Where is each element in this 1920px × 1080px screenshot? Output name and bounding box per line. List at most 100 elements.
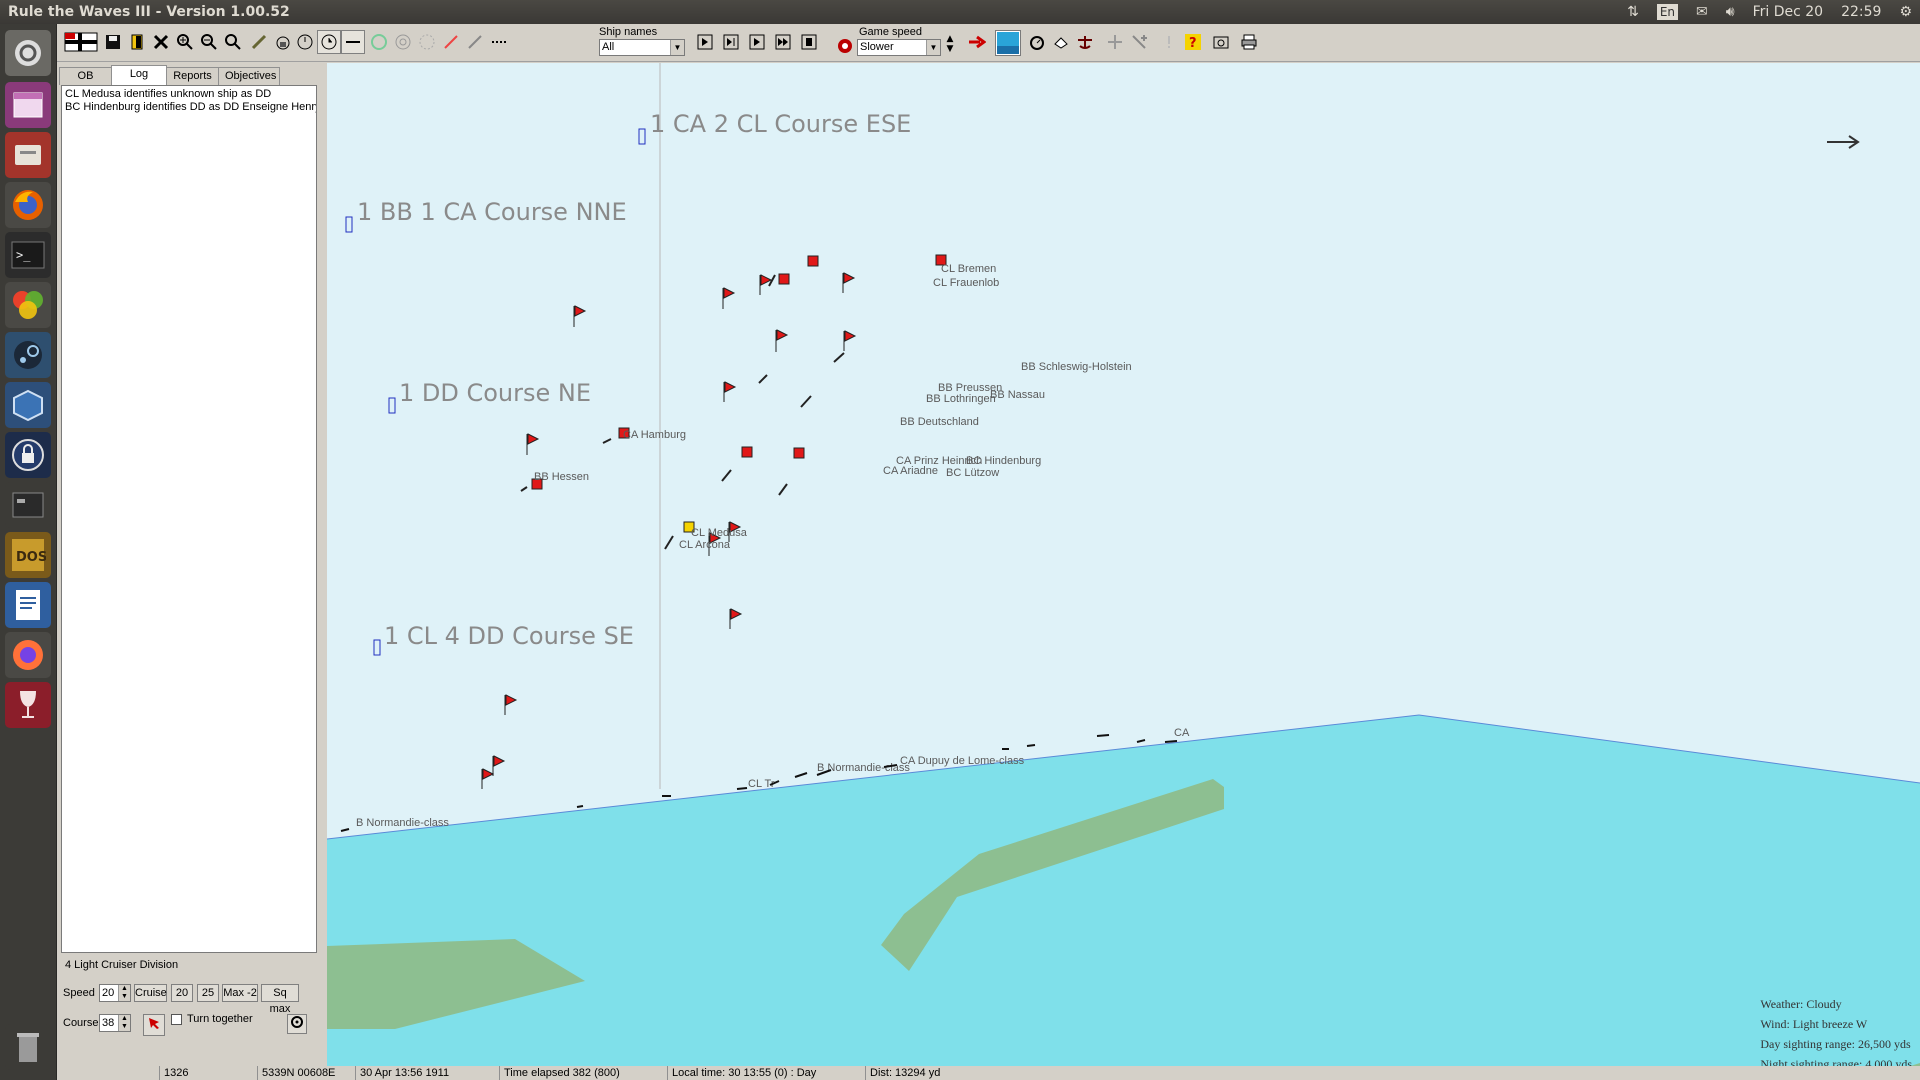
- clock-icon[interactable]: [317, 30, 341, 54]
- contact-group[interactable]: 1 BB 1 CA Course NNE: [345, 198, 627, 233]
- clock-display[interactable]: 22:59: [1841, 0, 1881, 24]
- cruise-speed-button[interactable]: Cruise: [134, 984, 167, 1002]
- ship-marker[interactable]: [778, 273, 790, 285]
- mail-icon[interactable]: ✉: [1696, 0, 1708, 24]
- formation-icon[interactable]: [1103, 30, 1127, 54]
- tab-reports[interactable]: Reports: [166, 67, 219, 85]
- log-list[interactable]: CL Medusa identifies unknown ship as DD …: [61, 85, 317, 953]
- ship-marker[interactable]: [741, 446, 753, 458]
- stepper-arrows-icon[interactable]: ▲ ▼: [118, 1015, 130, 1031]
- flag-icon[interactable]: [63, 30, 99, 54]
- speed-spinner[interactable]: ▲ ▼: [943, 33, 957, 55]
- gray-line-icon[interactable]: [463, 30, 487, 54]
- file-manager-icon[interactable]: [5, 132, 51, 178]
- virtualbox-icon[interactable]: [5, 382, 51, 428]
- contact-marker[interactable]: [345, 216, 353, 233]
- fast-forward-icon[interactable]: [771, 30, 795, 54]
- flag-marker[interactable]: [722, 287, 736, 309]
- enemy-ship[interactable]: [1164, 740, 1178, 743]
- speed-20-button[interactable]: 20: [171, 984, 193, 1002]
- gear-icon[interactable]: ⚙: [1899, 0, 1912, 24]
- settings-button[interactable]: [287, 1014, 307, 1034]
- game-speed-select[interactable]: Slower ▼: [857, 39, 941, 56]
- step-forward-icon[interactable]: [693, 30, 717, 54]
- contact-group[interactable]: 1 DD Course NE: [388, 379, 591, 414]
- flag-marker[interactable]: [573, 305, 587, 327]
- dotted-line-icon[interactable]: [487, 30, 511, 54]
- window-icon[interactable]: [5, 482, 51, 528]
- enemy-ship[interactable]: [1096, 734, 1110, 737]
- eraser-icon[interactable]: [1049, 30, 1073, 54]
- stopwatch-icon[interactable]: [1025, 30, 1049, 54]
- wine-icon[interactable]: [5, 682, 51, 728]
- flag-marker[interactable]: [504, 694, 518, 715]
- zoom-fit-icon[interactable]: [221, 30, 245, 54]
- contact-marker[interactable]: [373, 639, 381, 656]
- trash-icon[interactable]: [5, 1024, 51, 1070]
- set-course-pointer-button[interactable]: [143, 1014, 165, 1036]
- tab-ob[interactable]: OB: [59, 67, 112, 85]
- draw-line-icon[interactable]: [247, 30, 271, 54]
- contact-group[interactable]: 1 CL 4 DD Course SE: [373, 622, 634, 656]
- flag-marker[interactable]: [843, 330, 857, 351]
- flag-marker[interactable]: [775, 329, 789, 352]
- max-minus-2-button[interactable]: Max -2: [222, 984, 258, 1002]
- terminal-icon[interactable]: >_: [5, 232, 51, 278]
- lock-icon[interactable]: [5, 432, 51, 478]
- zoom-in-icon[interactable]: [173, 30, 197, 54]
- course-stepper[interactable]: 38 ▲ ▼: [99, 1014, 131, 1032]
- dosbox-icon[interactable]: DOS: [5, 532, 51, 578]
- save-icon[interactable]: [101, 30, 125, 54]
- workspace-switcher-icon[interactable]: [5, 82, 51, 128]
- speed-stepper[interactable]: 20 ▲ ▼: [99, 984, 131, 1002]
- contact-marker[interactable]: [388, 397, 396, 414]
- flag-marker[interactable]: [729, 608, 743, 629]
- keyboard-layout-indicator[interactable]: En: [1656, 4, 1679, 20]
- play-icon[interactable]: [745, 30, 769, 54]
- dash-home-icon[interactable]: [5, 30, 51, 76]
- enemy-ship[interactable]: [794, 772, 808, 778]
- flag-marker[interactable]: [492, 755, 506, 776]
- exit-icon[interactable]: [125, 30, 149, 54]
- date-display[interactable]: Fri Dec 20: [1753, 0, 1824, 24]
- squadron-max-button[interactable]: Sq max: [261, 984, 299, 1015]
- pause-icon[interactable]: [797, 30, 821, 54]
- range-circle-dotted-icon[interactable]: [415, 30, 439, 54]
- screenshot-icon[interactable]: [1209, 30, 1233, 54]
- steam-icon[interactable]: [5, 332, 51, 378]
- tab-log[interactable]: Log: [111, 65, 167, 85]
- red-arrow-icon[interactable]: [965, 30, 989, 54]
- speed-25-button[interactable]: 25: [197, 984, 219, 1002]
- color-app-icon[interactable]: [5, 282, 51, 328]
- stepper-arrows-icon[interactable]: ▲ ▼: [118, 985, 130, 1001]
- contact-group[interactable]: 1 CA 2 CL Course ESE: [638, 110, 911, 145]
- ship-marker[interactable]: [807, 255, 819, 267]
- battle-map[interactable]: 1 CA 2 CL Course ESE 1 BB 1 CA Course NN…: [327, 63, 1920, 1080]
- help-icon[interactable]: ?: [1181, 30, 1205, 54]
- firefox-icon[interactable]: [5, 182, 51, 228]
- step-icon[interactable]: [719, 30, 743, 54]
- flag-marker[interactable]: [481, 768, 495, 789]
- info-icon[interactable]: [1157, 30, 1181, 54]
- ship-names-select[interactable]: All ▼: [599, 39, 685, 56]
- compass-icon[interactable]: [293, 30, 317, 54]
- zoom-out-icon[interactable]: [197, 30, 221, 54]
- enemy-ship[interactable]: [340, 828, 350, 832]
- tab-objectives[interactable]: Objectives: [218, 67, 280, 85]
- ship-marker[interactable]: [793, 447, 805, 459]
- contact-marker[interactable]: [638, 128, 646, 145]
- flag-marker[interactable]: [842, 272, 856, 293]
- turn-together-checkbox[interactable]: [171, 1014, 182, 1025]
- flag-marker[interactable]: [526, 433, 540, 455]
- lock-target-icon[interactable]: [271, 30, 295, 54]
- enemy-ship[interactable]: [736, 787, 748, 790]
- enemy-ship[interactable]: [1026, 744, 1036, 747]
- range-circle-green-icon[interactable]: [367, 30, 391, 54]
- firefox-alt-icon[interactable]: [5, 632, 51, 678]
- flag-marker[interactable]: [723, 381, 737, 402]
- crossed-tools-icon[interactable]: [149, 30, 173, 54]
- anchor-icon[interactable]: [1073, 30, 1097, 54]
- enemy-ship[interactable]: [576, 805, 584, 808]
- range-circle-icon[interactable]: [391, 30, 415, 54]
- target-icon[interactable]: [835, 36, 855, 56]
